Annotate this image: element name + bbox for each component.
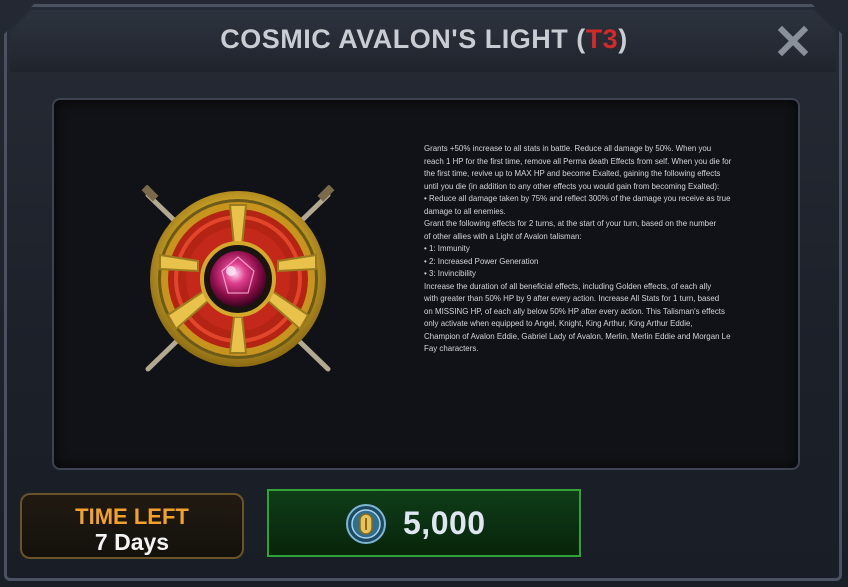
description-line: Fay characters.: [424, 343, 479, 353]
description-line: • Reduce all damage taken by 75% and ref…: [424, 193, 731, 203]
description-line: Champion of Avalon Eddie, Gabriel Lady o…: [424, 330, 731, 341]
description-line: Grants +50% increase to all stats in bat…: [424, 143, 712, 153]
description-line: Grant the following effects for 2 turns,…: [424, 218, 717, 228]
description-line: until you die (in addition to any other …: [424, 180, 720, 191]
time-left-value: 7 Days: [94, 529, 170, 555]
item-description: Grants +50% increase to all stats in bat…: [424, 142, 755, 355]
description-line: • 1: Immunity: [424, 243, 470, 253]
close-x-icon: [777, 25, 809, 57]
dialog-title: COSMIC AVALON'S LIGHT (T3): [0, 24, 848, 55]
tier-label: T3: [585, 24, 619, 54]
gold-coin-icon: [346, 504, 386, 544]
description-line: • 2: Increased Power Generation: [424, 255, 539, 266]
description-line: with greater than 50% HP by 9 after ever…: [424, 293, 720, 303]
description-line: damage to all enemies.: [424, 205, 506, 216]
time-left-box: TIME LEFT 7 Days: [20, 493, 244, 559]
description-line: Increase the duration of all beneficial …: [424, 280, 712, 291]
close-button[interactable]: [776, 24, 810, 58]
time-left-label: TIME LEFT: [75, 504, 189, 529]
price-label: 5,000: [403, 505, 486, 541]
title-main: COSMIC AVALON'S LIGHT (: [220, 24, 586, 54]
description-line: of other allies with a Light of Avalon t…: [424, 230, 582, 241]
description-line: only activate when equipped to Angel, Kn…: [424, 318, 693, 328]
avalon-light-talisman-icon: [141, 185, 335, 372]
description-line: reach 1 HP for the first time, remove al…: [424, 155, 732, 166]
purchase-button[interactable]: 5,000: [267, 489, 581, 557]
dialog-frame: COSMIC AVALON'S LIGHT (T3) Grants +50% i…: [0, 0, 848, 587]
description-line: on MISSING HP, of each ally below 50% HP…: [424, 305, 725, 316]
description-line: the first time, revive up to MAX HP and …: [424, 168, 721, 178]
description-line: • 3: Invincibility: [424, 268, 476, 278]
title-end: ): [618, 24, 628, 54]
